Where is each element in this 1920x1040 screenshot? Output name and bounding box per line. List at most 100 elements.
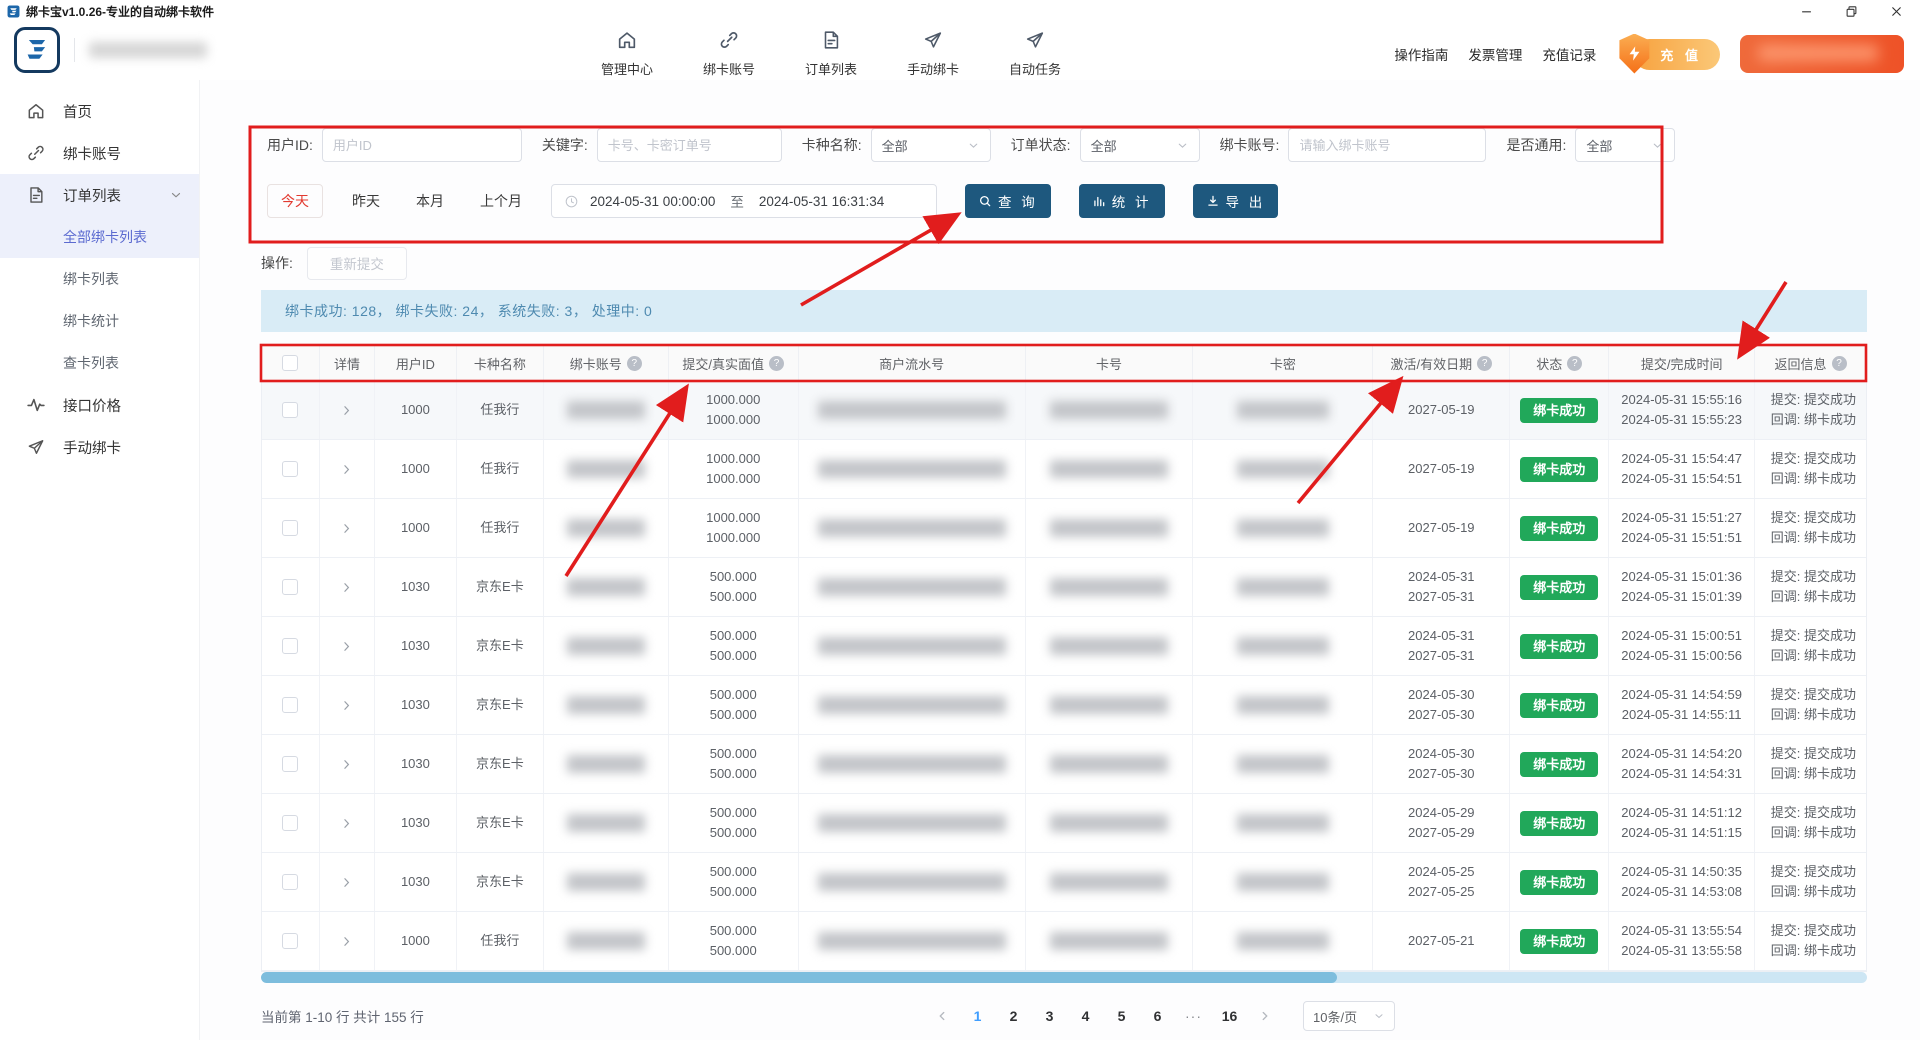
status-badge[interactable]: 绑卡成功: [1520, 929, 1598, 954]
quick-last-month[interactable]: 上个月: [473, 191, 529, 211]
link-invoice-management[interactable]: 发票管理: [1468, 44, 1522, 64]
row-checkbox[interactable]: [282, 756, 298, 772]
page-4[interactable]: 4: [1072, 1002, 1099, 1030]
cell-card-type: 任我行: [457, 912, 544, 970]
sidebar-bind-account[interactable]: 绑卡账号: [0, 132, 199, 174]
page-3[interactable]: 3: [1036, 1002, 1063, 1030]
row-checkbox[interactable]: [282, 402, 298, 418]
row-checkbox[interactable]: [282, 520, 298, 536]
order-status-select[interactable]: 全部: [1080, 128, 1200, 162]
bind-account-redacted: [567, 460, 645, 478]
page-6[interactable]: 6: [1144, 1002, 1171, 1030]
status-badge[interactable]: 绑卡成功: [1520, 634, 1598, 659]
cell-times: 2024-05-31 15:51:272024-05-31 15:51:51: [1609, 499, 1755, 557]
query-button[interactable]: 查 询: [965, 184, 1051, 218]
row-checkbox[interactable]: [282, 638, 298, 654]
cell-result: 提交: 提交成功回调: 绑卡成功: [1755, 794, 1866, 852]
row-checkbox[interactable]: [282, 461, 298, 477]
sidebar-order-list[interactable]: 订单列表: [0, 174, 199, 216]
page-1[interactable]: 1: [964, 1002, 991, 1030]
nav-manual-bind[interactable]: 手动绑卡: [904, 29, 962, 78]
status-badge[interactable]: 绑卡成功: [1520, 811, 1598, 836]
resubmit-button[interactable]: 重新提交: [307, 247, 407, 280]
export-button[interactable]: 导 出: [1193, 184, 1279, 218]
help-icon[interactable]: ?: [1832, 356, 1847, 371]
chevron-right-icon[interactable]: [339, 639, 354, 654]
cell-detail: [320, 912, 375, 970]
sidebar-manual-bind[interactable]: 手动绑卡: [0, 426, 199, 468]
nav-admin-center[interactable]: 管理中心: [598, 29, 656, 78]
user-id-input[interactable]: [322, 128, 522, 162]
horizontal-scrollbar[interactable]: [261, 972, 1867, 983]
link-operation-guide[interactable]: 操作指南: [1394, 44, 1448, 64]
cell-card-no: [1026, 676, 1194, 734]
keyword-input[interactable]: [597, 128, 782, 162]
nav-order-list[interactable]: 订单列表: [802, 29, 860, 78]
row-checkbox[interactable]: [282, 579, 298, 595]
help-icon[interactable]: ?: [627, 356, 642, 371]
chevron-right-icon[interactable]: [339, 934, 354, 949]
status-badge[interactable]: 绑卡成功: [1520, 457, 1598, 482]
cell-dates: 2027-05-21: [1373, 912, 1510, 970]
account-banner-redacted[interactable]: [1740, 35, 1904, 73]
sidebar-api-price[interactable]: 接口价格: [0, 384, 199, 426]
card-type-select[interactable]: 全部: [871, 128, 991, 162]
status-badge[interactable]: 绑卡成功: [1520, 398, 1598, 423]
cell-detail: [320, 676, 375, 734]
bind-account-input[interactable]: [1288, 128, 1486, 162]
chevron-right-icon[interactable]: [339, 875, 354, 890]
sidebar-bind-stats[interactable]: 绑卡统计: [0, 300, 199, 342]
sidebar-all-bind-list[interactable]: 全部绑卡列表: [0, 216, 199, 258]
cell-bind-account: [544, 499, 669, 557]
card-no-redacted: [1050, 401, 1168, 419]
nav-bind-account[interactable]: 绑卡账号: [700, 29, 758, 78]
chevron-right-icon[interactable]: [339, 698, 354, 713]
page-16[interactable]: 16: [1216, 1002, 1243, 1030]
sidebar-home[interactable]: 首页: [0, 90, 199, 132]
chevron-right-icon[interactable]: [339, 757, 354, 772]
page-5[interactable]: 5: [1108, 1002, 1135, 1030]
help-icon[interactable]: ?: [1477, 356, 1492, 371]
card-type-value: 全部: [882, 136, 908, 155]
status-badge[interactable]: 绑卡成功: [1520, 870, 1598, 895]
row-checkbox[interactable]: [282, 874, 298, 890]
quick-yesterday[interactable]: 昨天: [345, 191, 387, 211]
quick-this-month[interactable]: 本月: [409, 191, 451, 211]
sidebar-bind-list[interactable]: 绑卡列表: [0, 258, 199, 300]
sidebar-card-query-list[interactable]: 查卡列表: [0, 342, 199, 384]
select-all-checkbox[interactable]: [282, 355, 298, 371]
help-icon[interactable]: ?: [769, 356, 784, 371]
scrollbar-thumb[interactable]: [261, 972, 1337, 983]
stats-button[interactable]: 统 计: [1079, 184, 1165, 218]
help-icon[interactable]: ?: [1567, 356, 1582, 371]
close-button[interactable]: [1889, 4, 1904, 19]
restore-button[interactable]: [1844, 4, 1859, 19]
page-2[interactable]: 2: [1000, 1002, 1027, 1030]
row-checkbox[interactable]: [282, 815, 298, 831]
row-checkbox[interactable]: [282, 697, 298, 713]
chevron-right-icon[interactable]: [339, 816, 354, 831]
prev-page-button[interactable]: [929, 1002, 955, 1030]
status-badge[interactable]: 绑卡成功: [1520, 693, 1598, 718]
status-badge[interactable]: 绑卡成功: [1520, 752, 1598, 777]
row-checkbox[interactable]: [282, 933, 298, 949]
recharge-button[interactable]: 充 值: [1634, 39, 1720, 70]
chevron-right-icon[interactable]: [339, 462, 354, 477]
minimize-button[interactable]: [1799, 4, 1814, 19]
page-size-select[interactable]: 10条/页: [1303, 1001, 1395, 1031]
universal-select[interactable]: 全部: [1575, 128, 1675, 162]
quick-today[interactable]: 今天: [267, 184, 323, 218]
more-pages[interactable]: ···: [1180, 1002, 1207, 1030]
nav-auto-task[interactable]: 自动任务: [1006, 29, 1064, 78]
table-row: 1000任我行500.000500.0002027-05-21绑卡成功2024-…: [262, 912, 1866, 971]
chevron-right-icon[interactable]: [339, 580, 354, 595]
chevron-right-icon[interactable]: [339, 521, 354, 536]
link-recharge-history[interactable]: 充值记录: [1542, 44, 1596, 64]
chevron-right-icon[interactable]: [339, 403, 354, 418]
send-icon: [26, 437, 46, 457]
status-badge[interactable]: 绑卡成功: [1520, 575, 1598, 600]
filter-row-1: 用户ID: 关键字: 卡种名称: 全部 订单状态: 全部 绑卡账号: 是否通用:…: [267, 128, 1675, 162]
status-badge[interactable]: 绑卡成功: [1520, 516, 1598, 541]
date-range-picker[interactable]: 2024-05-31 00:00:00 至 2024-05-31 16:31:3…: [551, 184, 937, 218]
next-page-button[interactable]: [1252, 1002, 1278, 1030]
